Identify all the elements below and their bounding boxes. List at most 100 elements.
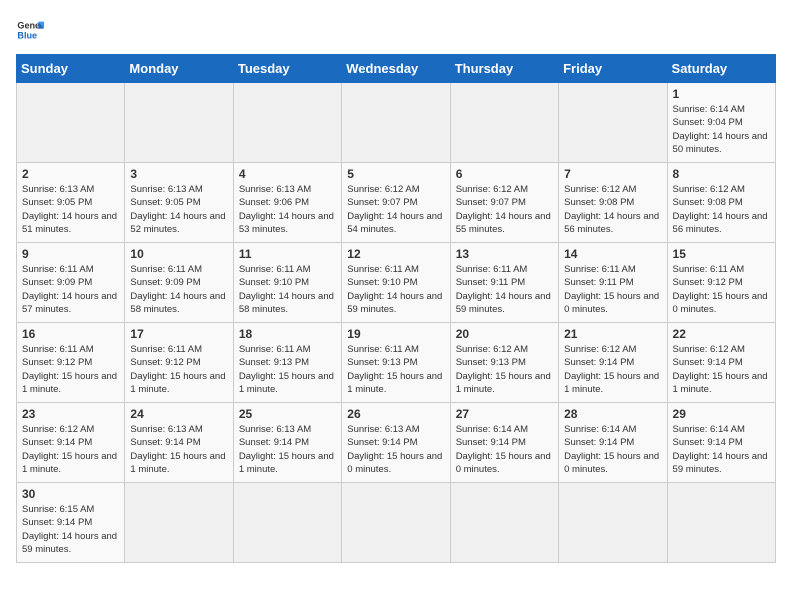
calendar-cell (233, 483, 341, 563)
day-info: Sunrise: 6:11 AM Sunset: 9:11 PM Dayligh… (456, 263, 553, 316)
calendar-cell: 17 Sunrise: 6:11 AM Sunset: 9:12 PM Dayli… (125, 323, 233, 403)
calendar-cell (125, 83, 233, 163)
day-number: 29 (673, 407, 770, 421)
logo-icon: General Blue (16, 16, 44, 44)
day-info: Sunrise: 6:11 AM Sunset: 9:13 PM Dayligh… (239, 343, 336, 396)
calendar-week-row: 1 Sunrise: 6:14 AM Sunset: 9:04 PM Daylig… (17, 83, 776, 163)
day-info: Sunrise: 6:13 AM Sunset: 9:14 PM Dayligh… (347, 423, 444, 476)
day-number: 12 (347, 247, 444, 261)
calendar-cell: 15 Sunrise: 6:11 AM Sunset: 9:12 PM Dayli… (667, 243, 775, 323)
header-row: SundayMondayTuesdayWednesdayThursdayFrid… (17, 55, 776, 83)
calendar-cell: 10 Sunrise: 6:11 AM Sunset: 9:09 PM Dayli… (125, 243, 233, 323)
day-number: 10 (130, 247, 227, 261)
day-number: 8 (673, 167, 770, 181)
day-number: 19 (347, 327, 444, 341)
day-info: Sunrise: 6:14 AM Sunset: 9:14 PM Dayligh… (564, 423, 661, 476)
day-number: 16 (22, 327, 119, 341)
day-number: 14 (564, 247, 661, 261)
day-number: 20 (456, 327, 553, 341)
weekday-header-friday: Friday (559, 55, 667, 83)
day-number: 24 (130, 407, 227, 421)
day-number: 18 (239, 327, 336, 341)
calendar-week-row: 30Sunrise: 6:15 AM Sunset: 9:14 PM Dayli… (17, 483, 776, 563)
day-number: 4 (239, 167, 336, 181)
day-info: Sunrise: 6:11 AM Sunset: 9:12 PM Dayligh… (130, 343, 227, 396)
weekday-header-tuesday: Tuesday (233, 55, 341, 83)
day-number: 25 (239, 407, 336, 421)
day-number: 28 (564, 407, 661, 421)
calendar-cell: 19 Sunrise: 6:11 AM Sunset: 9:13 PM Dayli… (342, 323, 450, 403)
calendar-cell: 5Sunrise: 6:12 AM Sunset: 9:07 PM Daylig… (342, 163, 450, 243)
calendar-cell: 7 Sunrise: 6:12 AM Sunset: 9:08 PM Daylig… (559, 163, 667, 243)
calendar-cell: 16 Sunrise: 6:11 AM Sunset: 9:12 PM Dayli… (17, 323, 125, 403)
calendar-cell: 14 Sunrise: 6:11 AM Sunset: 9:11 PM Dayli… (559, 243, 667, 323)
day-number: 13 (456, 247, 553, 261)
day-number: 6 (456, 167, 553, 181)
day-info: Sunrise: 6:12 AM Sunset: 9:14 PM Dayligh… (673, 343, 770, 396)
calendar-week-row: 16 Sunrise: 6:11 AM Sunset: 9:12 PM Dayli… (17, 323, 776, 403)
day-info: Sunrise: 6:11 AM Sunset: 9:11 PM Dayligh… (564, 263, 661, 316)
calendar-cell: 29 Sunrise: 6:14 AM Sunset: 9:14 PM Dayli… (667, 403, 775, 483)
day-number: 15 (673, 247, 770, 261)
weekday-header-thursday: Thursday (450, 55, 558, 83)
calendar-cell (125, 483, 233, 563)
day-number: 7 (564, 167, 661, 181)
day-info: Sunrise: 6:12 AM Sunset: 9:14 PM Dayligh… (22, 423, 119, 476)
calendar-cell: 20 Sunrise: 6:12 AM Sunset: 9:13 PM Dayli… (450, 323, 558, 403)
day-info: Sunrise: 6:12 AM Sunset: 9:13 PM Dayligh… (456, 343, 553, 396)
calendar-cell: 26Sunrise: 6:13 AM Sunset: 9:14 PM Dayli… (342, 403, 450, 483)
day-info: Sunrise: 6:11 AM Sunset: 9:12 PM Dayligh… (673, 263, 770, 316)
day-number: 1 (673, 87, 770, 101)
calendar-cell (559, 83, 667, 163)
calendar-cell (450, 483, 558, 563)
day-number: 30 (22, 487, 119, 501)
calendar-cell: 25 Sunrise: 6:13 AM Sunset: 9:14 PM Dayli… (233, 403, 341, 483)
calendar-cell (559, 483, 667, 563)
day-info: Sunrise: 6:12 AM Sunset: 9:07 PM Dayligh… (456, 183, 553, 236)
logo: General Blue (16, 16, 44, 44)
day-info: Sunrise: 6:11 AM Sunset: 9:09 PM Dayligh… (130, 263, 227, 316)
calendar-cell (17, 83, 125, 163)
calendar-week-row: 9 Sunrise: 6:11 AM Sunset: 9:09 PM Daylig… (17, 243, 776, 323)
day-info: Sunrise: 6:11 AM Sunset: 9:13 PM Dayligh… (347, 343, 444, 396)
day-info: Sunrise: 6:13 AM Sunset: 9:06 PM Dayligh… (239, 183, 336, 236)
calendar-cell: 11 Sunrise: 6:11 AM Sunset: 9:10 PM Dayli… (233, 243, 341, 323)
calendar-cell: 8 Sunrise: 6:12 AM Sunset: 9:08 PM Daylig… (667, 163, 775, 243)
day-info: Sunrise: 6:11 AM Sunset: 9:10 PM Dayligh… (239, 263, 336, 316)
calendar-cell: 28 Sunrise: 6:14 AM Sunset: 9:14 PM Dayli… (559, 403, 667, 483)
calendar-cell: 6 Sunrise: 6:12 AM Sunset: 9:07 PM Daylig… (450, 163, 558, 243)
calendar-cell (342, 483, 450, 563)
day-number: 9 (22, 247, 119, 261)
calendar-cell (450, 83, 558, 163)
calendar-cell: 12Sunrise: 6:11 AM Sunset: 9:10 PM Dayli… (342, 243, 450, 323)
calendar-cell: 23Sunrise: 6:12 AM Sunset: 9:14 PM Dayli… (17, 403, 125, 483)
day-info: Sunrise: 6:14 AM Sunset: 9:14 PM Dayligh… (456, 423, 553, 476)
day-info: Sunrise: 6:14 AM Sunset: 9:14 PM Dayligh… (673, 423, 770, 476)
calendar-week-row: 2 Sunrise: 6:13 AM Sunset: 9:05 PM Daylig… (17, 163, 776, 243)
day-number: 17 (130, 327, 227, 341)
day-info: Sunrise: 6:14 AM Sunset: 9:04 PM Dayligh… (673, 103, 770, 156)
day-info: Sunrise: 6:12 AM Sunset: 9:08 PM Dayligh… (673, 183, 770, 236)
day-number: 11 (239, 247, 336, 261)
day-info: Sunrise: 6:11 AM Sunset: 9:12 PM Dayligh… (22, 343, 119, 396)
calendar-week-row: 23Sunrise: 6:12 AM Sunset: 9:14 PM Dayli… (17, 403, 776, 483)
day-info: Sunrise: 6:12 AM Sunset: 9:08 PM Dayligh… (564, 183, 661, 236)
calendar-cell: 18 Sunrise: 6:11 AM Sunset: 9:13 PM Dayli… (233, 323, 341, 403)
weekday-header-wednesday: Wednesday (342, 55, 450, 83)
calendar-cell (667, 483, 775, 563)
calendar-cell: 13 Sunrise: 6:11 AM Sunset: 9:11 PM Dayli… (450, 243, 558, 323)
day-info: Sunrise: 6:13 AM Sunset: 9:14 PM Dayligh… (130, 423, 227, 476)
calendar-cell: 24 Sunrise: 6:13 AM Sunset: 9:14 PM Dayli… (125, 403, 233, 483)
calendar-cell: 2Sunrise: 6:13 AM Sunset: 9:05 PM Daylig… (17, 163, 125, 243)
calendar-cell: 21Sunrise: 6:12 AM Sunset: 9:14 PM Dayli… (559, 323, 667, 403)
day-number: 3 (130, 167, 227, 181)
weekday-header-sunday: Sunday (17, 55, 125, 83)
calendar-cell: 3 Sunrise: 6:13 AM Sunset: 9:05 PM Daylig… (125, 163, 233, 243)
day-info: Sunrise: 6:13 AM Sunset: 9:14 PM Dayligh… (239, 423, 336, 476)
day-info: Sunrise: 6:13 AM Sunset: 9:05 PM Dayligh… (130, 183, 227, 236)
day-number: 5 (347, 167, 444, 181)
calendar-cell: 27Sunrise: 6:14 AM Sunset: 9:14 PM Dayli… (450, 403, 558, 483)
day-number: 2 (22, 167, 119, 181)
calendar-cell: 22Sunrise: 6:12 AM Sunset: 9:14 PM Dayli… (667, 323, 775, 403)
calendar-cell (233, 83, 341, 163)
